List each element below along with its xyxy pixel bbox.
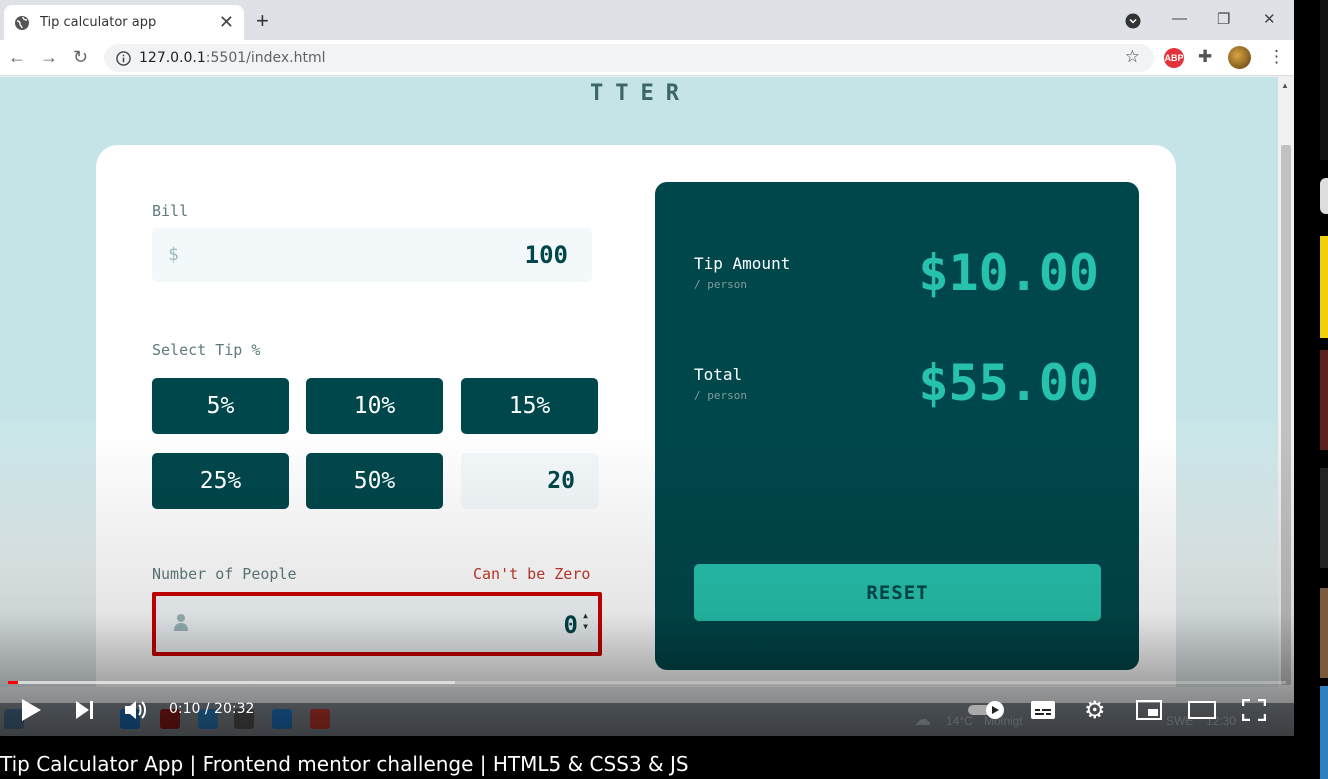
tip-custom-input[interactable]: 20 <box>461 453 599 509</box>
bill-value: 100 <box>524 241 568 269</box>
recommendation-thumb[interactable] <box>1320 686 1328 779</box>
video-frame[interactable]: Tip calculator app ✕ + — ❐ ✕ ← → ↻ 127.0… <box>0 0 1294 736</box>
address-bar[interactable]: 127.0.0.1:5501/index.html ☆ <box>104 44 1154 72</box>
recommendation-thumb[interactable] <box>1320 350 1328 450</box>
people-input[interactable]: 0 ▲ ▼ <box>152 592 602 656</box>
theater-mode-icon[interactable] <box>1188 701 1216 719</box>
autoplay-toggle[interactable] <box>968 700 1008 720</box>
recommendation-thumb[interactable] <box>1320 0 1328 160</box>
page-scrollbar[interactable]: ▲ <box>1278 77 1294 707</box>
adblock-extension-icon[interactable]: ABP <box>1164 48 1184 68</box>
buffered-bar <box>8 681 456 684</box>
profile-avatar[interactable] <box>1228 46 1251 69</box>
people-error-text: Can't be Zero <box>473 565 591 583</box>
tip-5-button[interactable]: 5% <box>152 378 289 434</box>
minimize-icon[interactable]: — <box>1172 10 1187 27</box>
video-title[interactable]: Tip Calculator App | Frontend mentor cha… <box>0 752 689 776</box>
back-icon[interactable]: ← <box>8 47 26 68</box>
scroll-up-icon[interactable]: ▲ <box>1281 81 1289 90</box>
subtitles-icon[interactable] <box>1030 700 1056 720</box>
result-panel: Tip Amount / person $10.00 Total / perso… <box>655 182 1139 670</box>
browser-menu-icon[interactable]: ⋮ <box>1268 47 1285 67</box>
window-close-icon[interactable]: ✕ <box>1263 10 1276 28</box>
reset-button[interactable]: RESET <box>694 564 1101 621</box>
fullscreen-icon[interactable] <box>1242 699 1266 721</box>
restore-icon[interactable]: ❐ <box>1217 10 1230 28</box>
close-tab-icon[interactable]: ✕ <box>219 12 234 33</box>
video-player[interactable]: Tip calculator app ✕ + — ❐ ✕ ← → ↻ 127.0… <box>0 0 1328 779</box>
tip-15-button[interactable]: 15% <box>461 378 598 434</box>
url-text: 127.0.0.1:5501/index.html <box>139 50 326 66</box>
tip-25-button[interactable]: 25% <box>152 453 289 509</box>
settings-gear-icon[interactable]: ⚙ <box>1084 696 1106 725</box>
stepper-arrows-icon[interactable]: ▲ ▼ <box>583 610 588 632</box>
vscode-icon <box>272 709 292 729</box>
played-bar <box>8 681 19 684</box>
select-tip-label: Select Tip % <box>152 341 261 359</box>
video-time: 0:10 / 20:32 <box>169 701 255 717</box>
tip-50-button[interactable]: 50% <box>306 453 443 509</box>
globe-icon <box>15 15 29 30</box>
recommendation-thumb[interactable] <box>1320 178 1328 214</box>
total-label: Total <box>694 365 743 384</box>
splitter-logo: TTER <box>590 81 691 106</box>
recommendation-thumb[interactable] <box>1320 588 1328 678</box>
seek-bar[interactable] <box>8 681 1286 684</box>
scrollbar-thumb[interactable] <box>1281 145 1291 685</box>
miniplayer-icon[interactable] <box>1136 700 1162 720</box>
browser-tab[interactable]: Tip calculator app ✕ <box>4 5 244 40</box>
page-viewport: TTER Bill $ 100 Select Tip % 5% 10% 15% … <box>0 77 1278 687</box>
bill-input[interactable]: $ 100 <box>152 228 592 282</box>
recommendation-thumb[interactable] <box>1320 236 1328 338</box>
extensions-puzzle-icon[interactable]: ✚ <box>1198 47 1212 67</box>
browser-toolbar: ← → ↻ 127.0.0.1:5501/index.html ☆ ABP ✚ … <box>0 40 1294 76</box>
info-icon[interactable] <box>116 50 131 66</box>
tip-amount-sublabel: / person <box>694 278 747 291</box>
next-icon[interactable] <box>74 699 96 721</box>
volume-icon[interactable] <box>124 699 148 721</box>
browser-tabstrip: Tip calculator app ✕ + — ❐ ✕ <box>0 0 1294 40</box>
new-tab-icon[interactable]: + <box>256 8 269 34</box>
play-icon[interactable] <box>20 698 42 722</box>
recommendation-thumb[interactable] <box>1320 468 1328 568</box>
tab-search-icon[interactable] <box>1125 13 1141 29</box>
people-label: Number of People <box>152 565 297 583</box>
bookmark-star-icon[interactable]: ☆ <box>1125 47 1140 67</box>
chrome-icon <box>310 709 330 729</box>
tip-10-button[interactable]: 10% <box>306 378 443 434</box>
tip-amount-value: $10.00 <box>918 244 1099 302</box>
person-icon <box>174 614 188 631</box>
bill-label: Bill <box>152 202 189 220</box>
reload-icon[interactable]: ↻ <box>73 47 88 68</box>
people-value: 0 <box>563 611 578 639</box>
tab-title: Tip calculator app <box>40 15 157 30</box>
total-sublabel: / person <box>694 389 747 402</box>
total-value: $55.00 <box>918 354 1099 412</box>
calculator-card: Bill $ 100 Select Tip % 5% 10% 15% 25% 5… <box>96 145 1176 687</box>
forward-icon[interactable]: → <box>40 47 58 68</box>
tip-amount-label: Tip Amount <box>694 254 791 273</box>
dollar-icon: $ <box>168 244 179 265</box>
weather-cloud-icon: ☁ <box>914 710 931 729</box>
